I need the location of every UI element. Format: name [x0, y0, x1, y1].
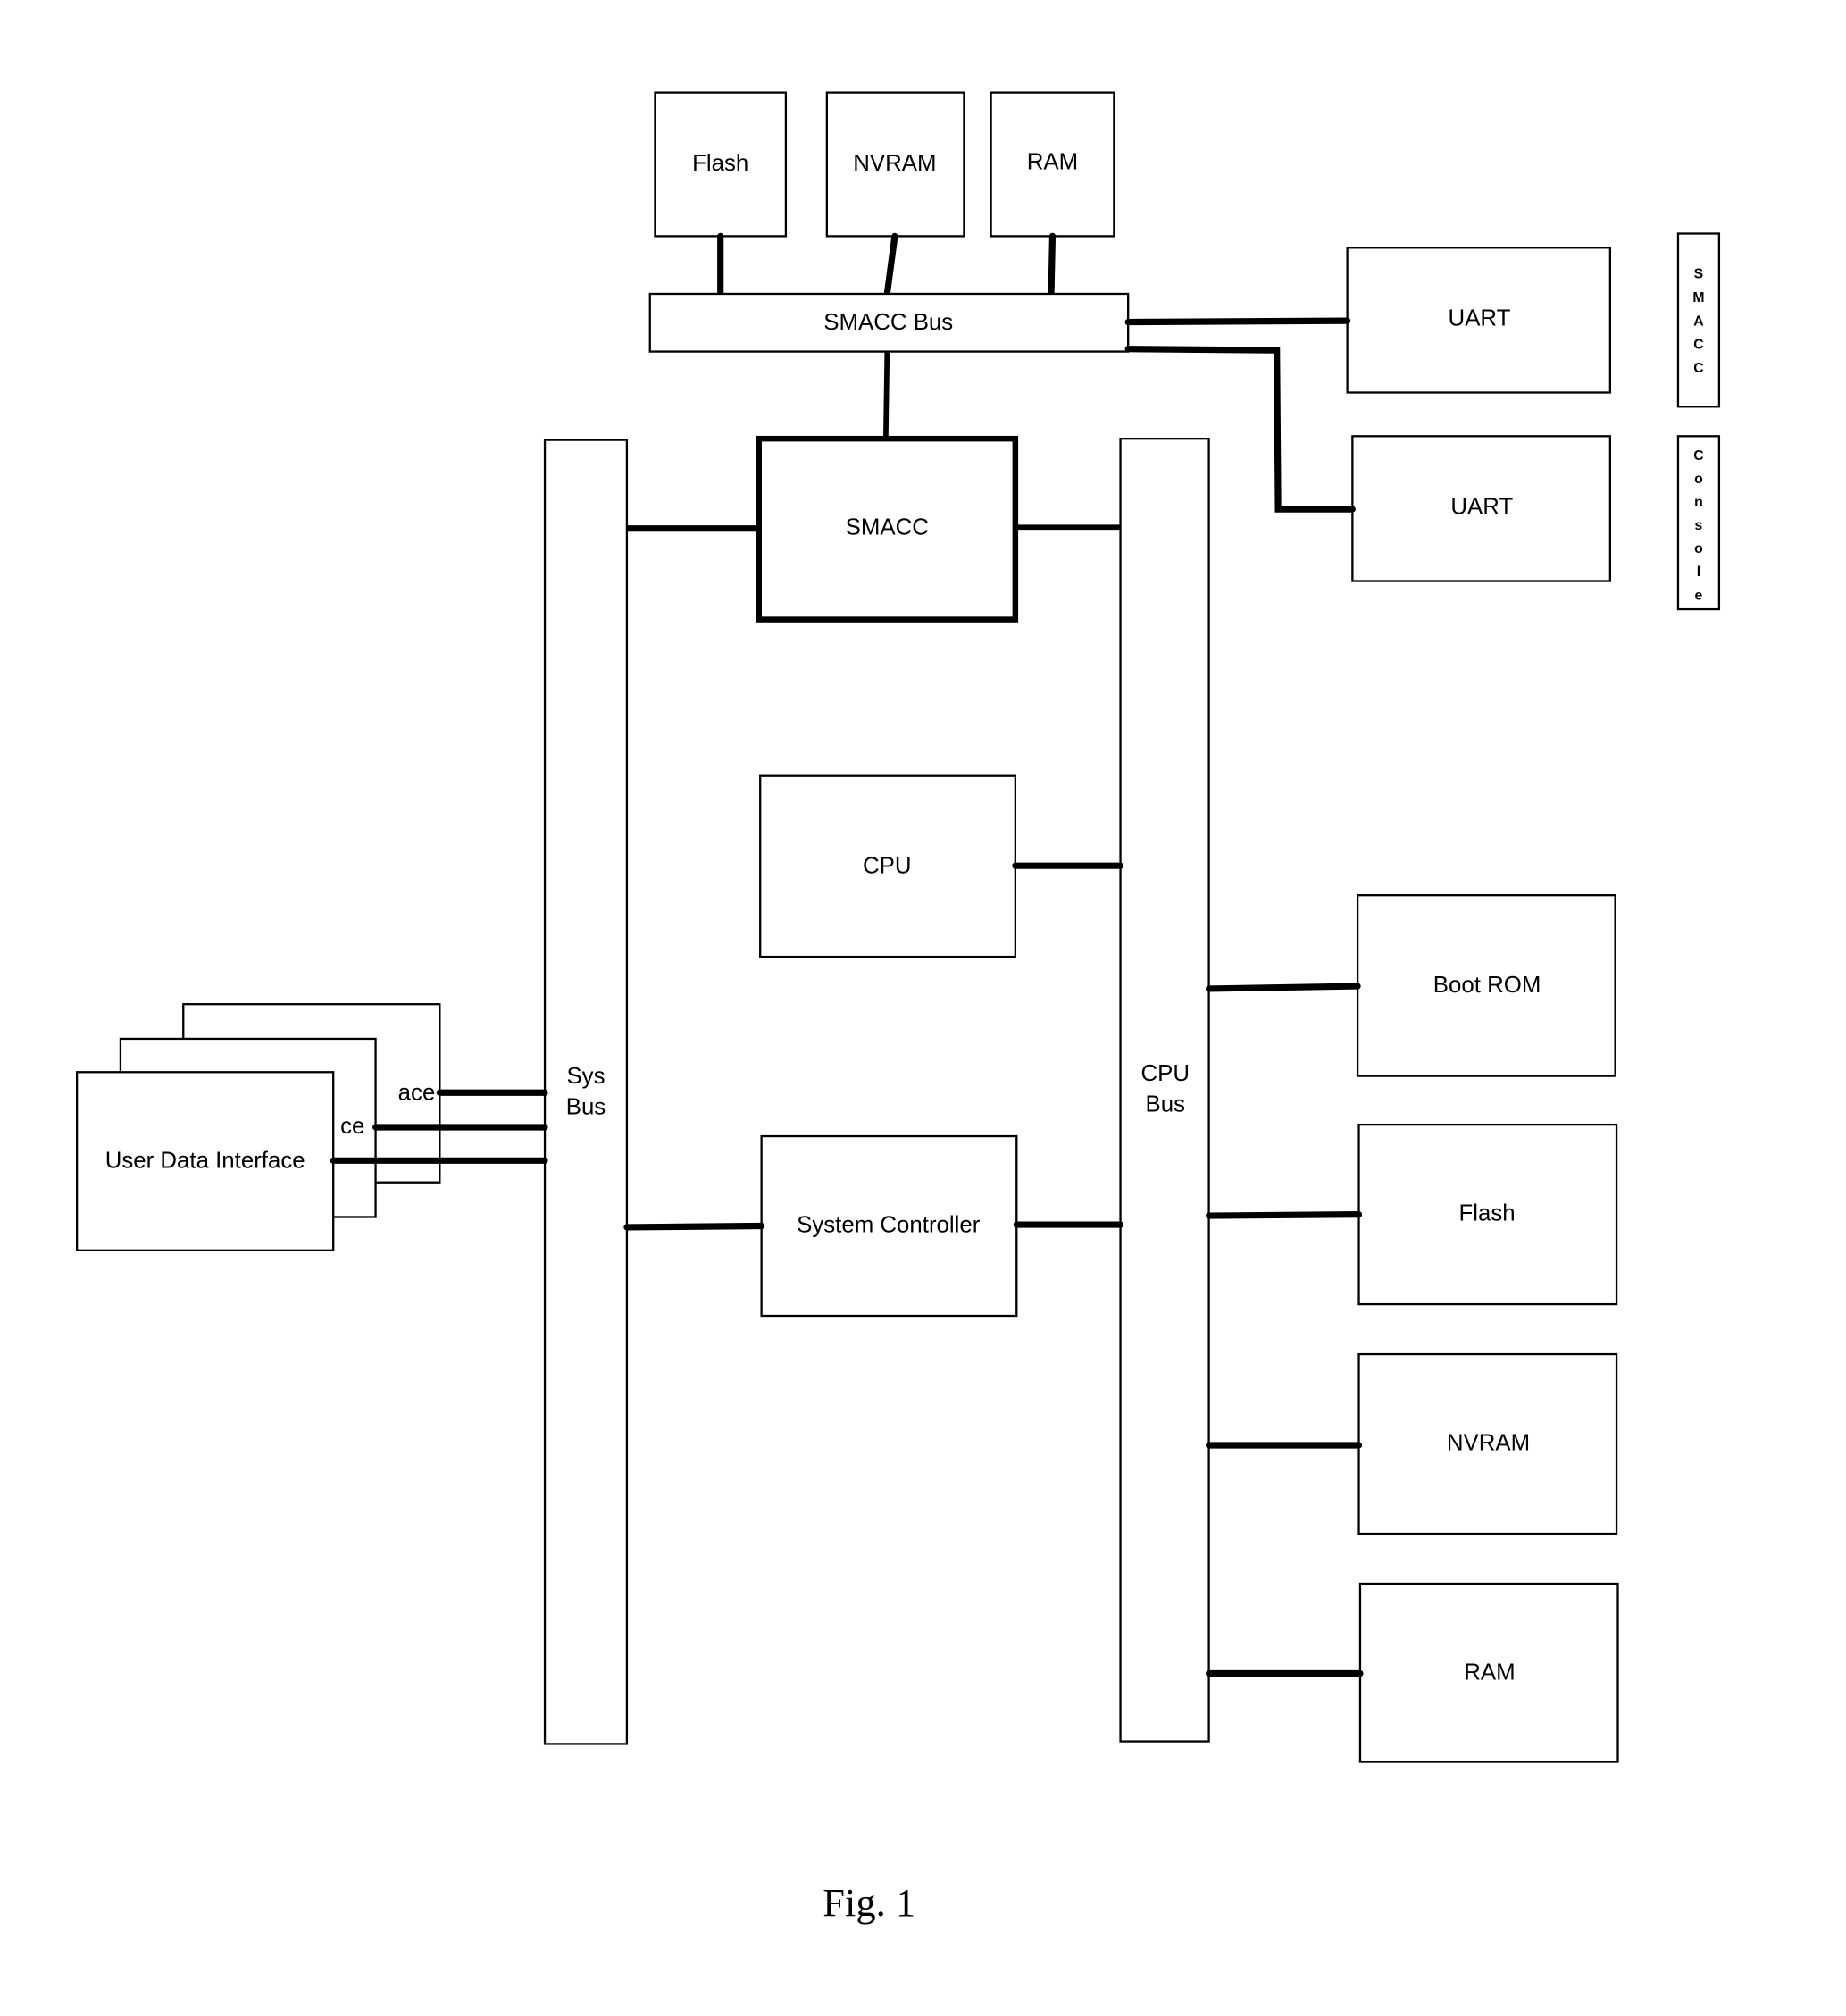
- smacc-bus-label: SMACC Bus: [823, 310, 953, 335]
- user-data-interface-middle-label: ce: [340, 1114, 364, 1139]
- block-diagram: Flash NVRAM RAM SMACC Bus UART UART SMAC…: [75, 91, 1721, 1925]
- cpu-nvram-box: NVRAM: [1357, 1352, 1618, 1535]
- wire-smacc-ram: [1048, 232, 1057, 297]
- uart-smacc-label: UART: [1449, 306, 1511, 331]
- wire-smacc-nvram: [883, 232, 898, 297]
- port-label-letter: l: [1697, 565, 1700, 580]
- sys-bus: Sys Bus: [543, 439, 629, 1745]
- sys-bus-label-line1: Sys: [566, 1064, 605, 1089]
- cpu-box: CPU: [759, 774, 1016, 958]
- smacc-label: SMACC: [846, 514, 929, 540]
- wire-bus-uart-smacc: [1124, 317, 1351, 326]
- smacc-ram-label: RAM: [1027, 149, 1078, 174]
- port-label-letter: n: [1694, 495, 1703, 510]
- wire-cpubus-bootrom: [1206, 983, 1361, 992]
- port-label-letter: C: [1693, 448, 1703, 464]
- smacc-nvram-label: NVRAM: [853, 151, 936, 176]
- smacc-nvram-box: NVRAM: [825, 91, 965, 238]
- uart-console-box: UART: [1351, 435, 1612, 582]
- wire-cpubus-flash: [1206, 1211, 1363, 1219]
- port-label-letter: C: [1693, 361, 1703, 376]
- smacc-port-tag: SMACC: [1676, 232, 1721, 408]
- cpu-bus-label-line1: CPU: [1141, 1061, 1190, 1086]
- boot-rom-box: Boot ROM: [1356, 894, 1616, 1077]
- cpu-bus: CPU Bus: [1119, 438, 1210, 1743]
- figure-caption: Fig. 1: [823, 1880, 915, 1925]
- system-controller-label: System Controller: [797, 1212, 981, 1237]
- user-data-interface-back-label: ace: [398, 1081, 436, 1106]
- uart-console-label: UART: [1450, 495, 1513, 520]
- smacc-box: SMACC: [756, 435, 1019, 623]
- user-data-interface-front: User Data Interface: [75, 1071, 335, 1251]
- cpu-flash-label: Flash: [1458, 1200, 1515, 1225]
- port-label-letter: o: [1694, 541, 1703, 556]
- port-label-letter: o: [1694, 472, 1703, 487]
- smacc-flash-label: Flash: [692, 151, 748, 176]
- sys-bus-label-line2: Bus: [566, 1094, 606, 1119]
- smacc-bus: SMACC Bus: [648, 292, 1130, 353]
- system-controller-box: System Controller: [760, 1134, 1018, 1318]
- cpu-ram-box: RAM: [1358, 1582, 1619, 1763]
- wire-smaccbus-smacc: [883, 351, 890, 438]
- cpu-ram-label: RAM: [1464, 1660, 1515, 1685]
- user-data-interface-front-label: User Data Interface: [105, 1149, 305, 1174]
- wire-sysbus-syscontroller: [623, 1222, 765, 1231]
- port-label-letter: C: [1693, 338, 1703, 353]
- port-label-letter: e: [1695, 588, 1703, 603]
- uart-smacc-box: UART: [1346, 247, 1612, 394]
- cpu-flash-box: Flash: [1357, 1123, 1618, 1306]
- smacc-ram-box: RAM: [990, 91, 1115, 238]
- port-label-letter: M: [1692, 290, 1704, 305]
- cpu-label: CPU: [863, 853, 912, 878]
- port-label-letter: S: [1694, 266, 1704, 281]
- smacc-flash-box: Flash: [654, 91, 788, 238]
- cpu-nvram-label: NVRAM: [1447, 1430, 1530, 1455]
- boot-rom-label: Boot ROM: [1433, 973, 1541, 998]
- cpu-bus-label-line2: Bus: [1146, 1092, 1186, 1117]
- console-port-tag: Console: [1676, 435, 1721, 611]
- port-label-letter: s: [1695, 518, 1703, 533]
- port-label-letter: A: [1693, 314, 1703, 329]
